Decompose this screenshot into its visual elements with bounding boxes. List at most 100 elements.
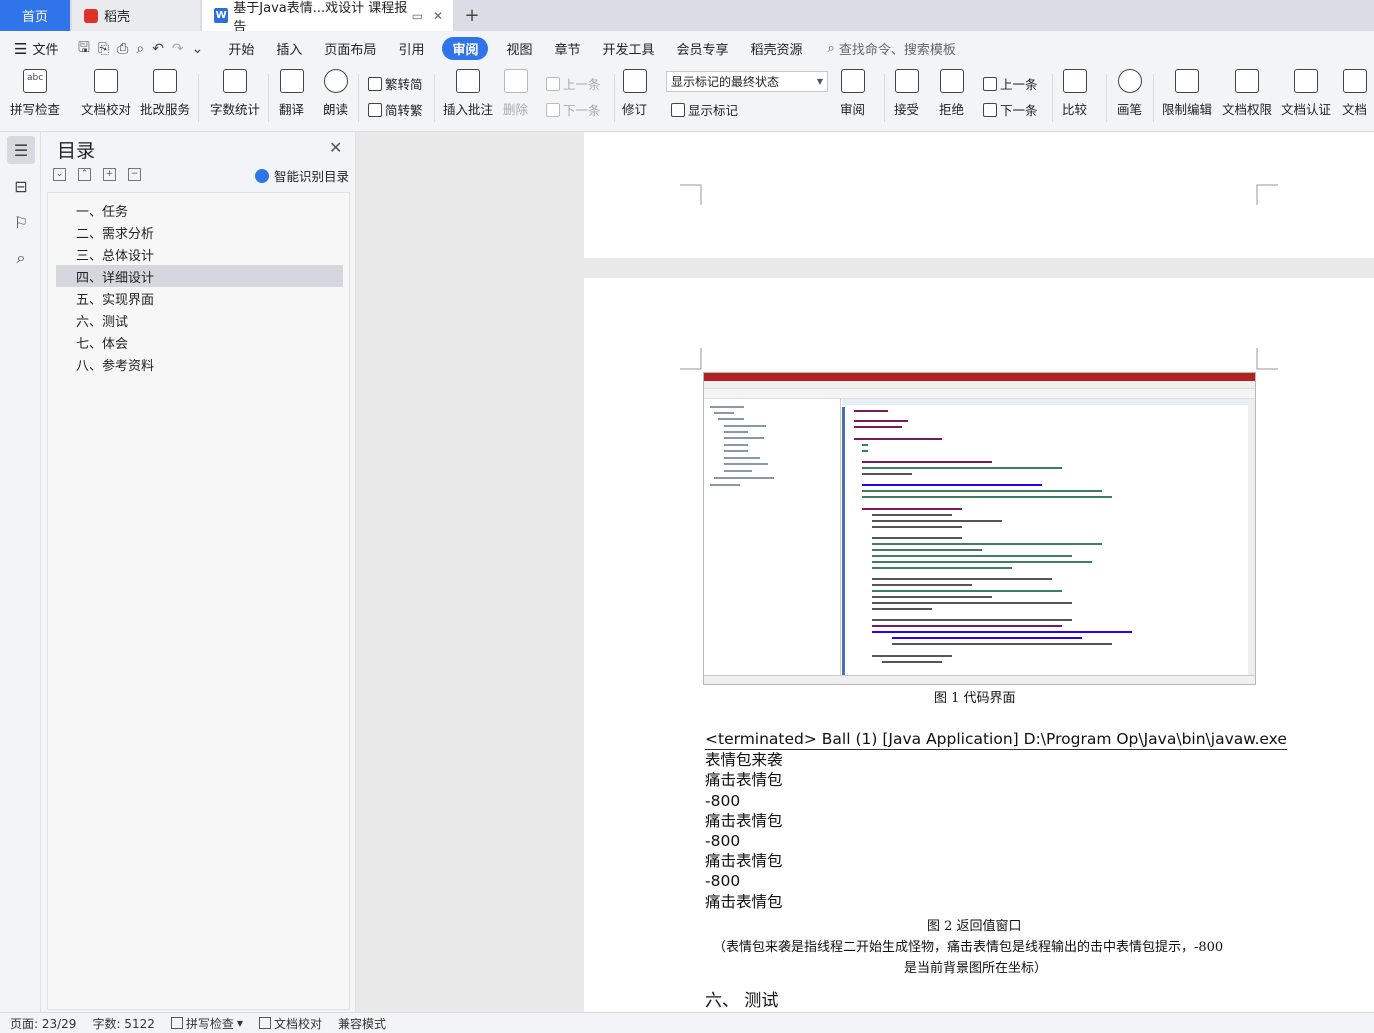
- save-icon[interactable]: 🖫: [78, 37, 90, 61]
- search-panel-icon[interactable]: ⌕: [7, 244, 35, 272]
- toc-item[interactable]: 三、总体设计: [56, 243, 343, 265]
- left-icon-bar: ☰ ⊟ ⚐ ⌕: [0, 132, 41, 1012]
- menu-page-layout[interactable]: 页面布局: [324, 39, 376, 58]
- pen-button[interactable]: 画笔: [1117, 66, 1142, 132]
- doc-certify-button[interactable]: 文档认证: [1281, 66, 1331, 132]
- status-spell-check-label: 拼写检查: [185, 1016, 234, 1031]
- doc-permission-button[interactable]: 文档权限: [1222, 66, 1272, 132]
- preview-icon[interactable]: ⌕: [136, 41, 144, 57]
- accept-label: 接受: [894, 102, 920, 117]
- console-line: 痛击表情包: [705, 892, 783, 911]
- status-spell-check[interactable]: 拼写检查 ▼: [170, 1015, 244, 1032]
- tab-document[interactable]: W 基于Java表情...戏设计 课程报告 ▭ ✕: [202, 0, 453, 35]
- close-icon[interactable]: ✕: [329, 138, 342, 157]
- show-markup-label: 显示标记: [688, 103, 739, 118]
- restrict-edit-button[interactable]: 限制编辑: [1162, 66, 1212, 132]
- toc-item-active[interactable]: 四、详细设计: [56, 265, 343, 287]
- page-indicator[interactable]: 页面: 23/29: [10, 1015, 76, 1032]
- tab-daoke[interactable]: 稻壳: [72, 0, 200, 31]
- file-menu[interactable]: ☰ 文件: [0, 39, 68, 59]
- doc-permission-icon: [1235, 69, 1259, 93]
- toc-item[interactable]: 七、体会: [56, 331, 343, 353]
- review-pane-button[interactable]: 审阅: [840, 66, 865, 132]
- new-tab-button[interactable]: +: [462, 0, 482, 31]
- to-simplified-button[interactable]: 简转繁: [368, 100, 423, 119]
- toc-item[interactable]: 一、任务: [56, 199, 343, 221]
- pen-label: 画笔: [1117, 102, 1143, 117]
- menu-references[interactable]: 引用: [398, 39, 424, 58]
- next-comment-icon: [546, 102, 560, 117]
- word-count-button[interactable]: 字数统计: [210, 66, 260, 132]
- more-icon[interactable]: ⌄: [192, 41, 204, 57]
- delete-comment-button[interactable]: 删除: [503, 66, 528, 132]
- tab-restore-icon[interactable]: ▭: [412, 9, 423, 23]
- toc-item[interactable]: 六、测试: [56, 309, 343, 331]
- toc-panel-icon[interactable]: ☰: [7, 136, 35, 164]
- compare-button[interactable]: 比较: [1062, 66, 1087, 132]
- chapter-nav-icon[interactable]: ⊟: [7, 172, 35, 200]
- tab-close-icon[interactable]: ✕: [433, 9, 443, 23]
- doc-more-button[interactable]: 文档: [1342, 66, 1367, 132]
- batch-service-button[interactable]: 批改服务: [140, 66, 190, 132]
- compat-mode-indicator: 兼容模式: [338, 1016, 387, 1031]
- bookmark-icon[interactable]: ⚐: [7, 208, 35, 236]
- figure1-ide-screenshot: [703, 372, 1256, 685]
- insert-comment-button[interactable]: 插入批注: [443, 66, 493, 132]
- toc-item[interactable]: 二、需求分析: [56, 221, 343, 243]
- insert-comment-label: 插入批注: [443, 102, 494, 117]
- menu-review[interactable]: 审阅: [442, 37, 489, 60]
- reject-button[interactable]: 拒绝: [939, 66, 964, 132]
- command-search-label: 查找命令、搜索模板: [838, 43, 956, 58]
- collapse-all-icon[interactable]: ⌃: [78, 168, 91, 181]
- prev-comment-button[interactable]: 上一条: [546, 74, 601, 93]
- menu-start[interactable]: 开始: [228, 39, 254, 58]
- menu-insert[interactable]: 插入: [276, 39, 302, 58]
- menu-daoke-resources[interactable]: 稻壳资源: [751, 39, 803, 58]
- chevron-down-icon: ▼: [236, 1018, 244, 1028]
- menu-member[interactable]: 会员专享: [677, 39, 729, 58]
- track-changes-button[interactable]: 修订: [622, 66, 647, 132]
- add-heading-icon[interactable]: +: [103, 168, 116, 181]
- print-icon[interactable]: ⎙: [117, 41, 128, 57]
- document-canvas[interactable]: 图 1 代码界面 <terminated> Ball (1) [Java App…: [357, 132, 1374, 1012]
- toc-item[interactable]: 五、实现界面: [56, 287, 343, 309]
- toc-panel: 目录 ✕ ⌄ ⌃ + − 智能识别目录 一、任务 二、需求分析 三、总体设计 四…: [41, 132, 356, 1012]
- console-line: -800: [705, 832, 741, 851]
- tab-home[interactable]: 首页: [0, 0, 70, 31]
- ribbon-divider: [614, 74, 615, 122]
- export-icon[interactable]: ⎘: [98, 41, 109, 57]
- to-traditional-button[interactable]: 繁转简: [368, 74, 423, 93]
- menu-chapter[interactable]: 章节: [554, 39, 580, 58]
- next-change-button[interactable]: 下一条: [983, 100, 1038, 119]
- remove-heading-icon[interactable]: −: [128, 168, 141, 181]
- command-search[interactable]: ⌕ 查找命令、搜索模板: [828, 39, 956, 58]
- translate-button[interactable]: 翻译: [279, 66, 304, 132]
- word-count-indicator[interactable]: 字数: 5122: [92, 1015, 154, 1032]
- page-corner-mark: [680, 348, 702, 370]
- expand-all-icon[interactable]: ⌄: [53, 168, 66, 181]
- accept-button[interactable]: 接受: [894, 66, 919, 132]
- markup-mode-select[interactable]: 显示标记的最终状态 ▼: [666, 71, 828, 92]
- figure1-caption: 图 1 代码界面: [934, 691, 1016, 706]
- ribbon-divider: [1153, 74, 1154, 122]
- comment-delete-icon: [503, 69, 528, 93]
- smart-toc-button[interactable]: 智能识别目录: [255, 166, 349, 185]
- status-doc-proof[interactable]: 文档校对: [259, 1015, 322, 1032]
- toc-list: 一、任务 二、需求分析 三、总体设计 四、详细设计 五、实现界面 六、测试 七、…: [47, 192, 350, 1010]
- console-output: <terminated> Ball (1) [Java Application]…: [705, 729, 1287, 912]
- prev-change-button[interactable]: 上一条: [983, 74, 1038, 93]
- doc-proof-button[interactable]: 文档校对: [81, 66, 131, 132]
- toc-item[interactable]: 八、参考资料: [56, 353, 343, 375]
- read-aloud-button[interactable]: 朗读: [323, 66, 348, 132]
- undo-icon[interactable]: ↶: [152, 41, 164, 57]
- menu-developer[interactable]: 开发工具: [603, 39, 655, 58]
- redo-icon[interactable]: ↷: [172, 41, 184, 57]
- lock-icon: [1175, 69, 1199, 93]
- menu-view[interactable]: 视图: [506, 39, 532, 58]
- accept-icon: [894, 69, 919, 93]
- previous-page: [584, 132, 1374, 258]
- review-pane-icon: [840, 69, 865, 93]
- show-markup-button[interactable]: 显示标记: [671, 100, 738, 119]
- spell-check-button[interactable]: abc 拼写检查: [10, 66, 60, 132]
- next-comment-button[interactable]: 下一条: [546, 100, 601, 119]
